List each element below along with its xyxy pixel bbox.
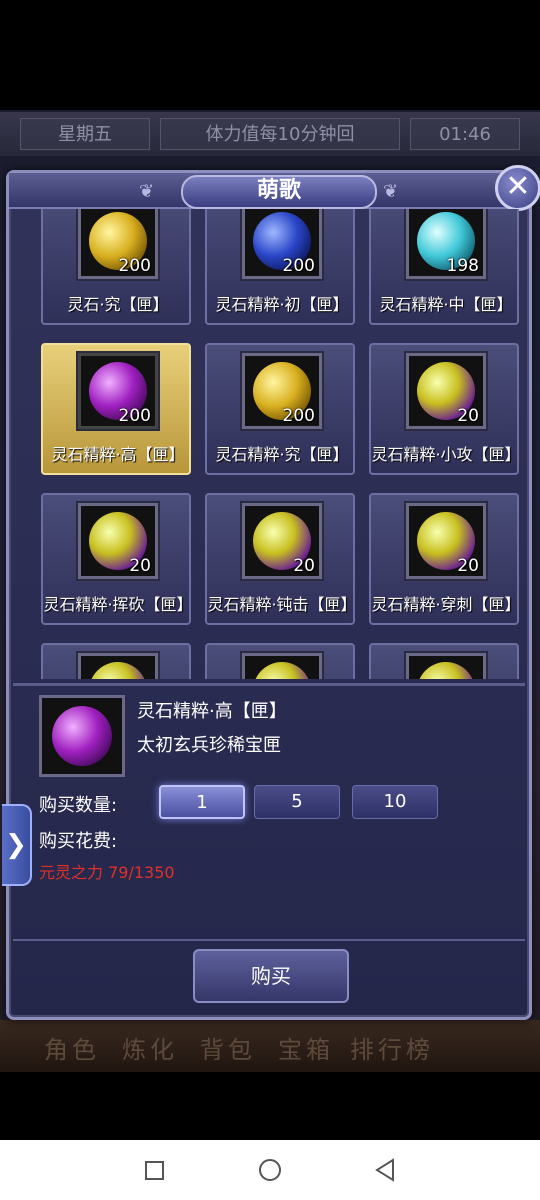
quantity-option-10[interactable]: 10 (352, 785, 438, 819)
dialog-title-bar: ❦ 萌歌 ❦ (9, 173, 529, 209)
item-icon-frame: 20 (242, 503, 322, 579)
recent-apps-icon[interactable] (145, 1161, 164, 1180)
item-card[interactable]: 20 灵石精粹·钝击【匣】 (205, 493, 357, 625)
item-name: 灵石精粹·穿刺【匣】 (371, 595, 521, 614)
item-count: 20 (129, 556, 151, 576)
quantity-option-5[interactable]: 5 (254, 785, 340, 819)
item-count: 20 (293, 556, 315, 576)
dialog-title: 萌歌 (256, 178, 301, 203)
cost-value: 元灵之力 79/1350 (39, 863, 175, 882)
buy-button[interactable]: 购买 (193, 949, 349, 1003)
item-icon-frame: 20 (78, 503, 158, 579)
item-icon-frame: 20 (406, 503, 486, 579)
nav-role: 角色 (44, 1036, 100, 1064)
item-icon-frame (242, 653, 322, 679)
item-name: 灵石精粹·究【匣】 (215, 445, 349, 464)
item-card[interactable]: 20 灵石精粹·挥砍【匣】 (41, 493, 193, 625)
item-icon-frame: 20 (406, 353, 486, 429)
divider (13, 939, 525, 941)
quantity-label: 购买数量: (39, 795, 118, 816)
nav-ranking: 排行榜 (350, 1036, 434, 1064)
item-icon-frame: 200 (78, 209, 158, 279)
item-icon-frame: 200 (242, 353, 322, 429)
item-card[interactable]: 198 灵石精粹·中【匣】 (369, 209, 519, 325)
cost-label: 购买花费: (39, 831, 118, 852)
item-card[interactable]: 200 灵石·究【匣】 (41, 209, 191, 325)
item-name: 灵石精粹·小攻【匣】 (371, 445, 521, 464)
purple-orb-icon (52, 706, 112, 766)
item-icon-frame: 200 (242, 209, 322, 279)
item-card[interactable]: 20 灵石精粹·穿刺【匣】 (369, 493, 521, 625)
item-count: 200 (282, 256, 315, 276)
item-count: 198 (446, 256, 479, 276)
item-icon-frame: 200 (78, 353, 158, 429)
swirl-ornament-left: ❦ (139, 181, 155, 202)
item-name: 灵石精粹·中【匣】 (379, 295, 513, 314)
item-count: 200 (118, 256, 151, 276)
nav-refine: 炼化 (122, 1036, 178, 1064)
shop-dialog: ❦ 萌歌 ❦ ✕ 200 灵石·究【匣】 200 灵石精粹·初【匣】 198 灵石精粹·中… (6, 165, 540, 1020)
weekday-label: 星期五 (20, 118, 150, 150)
home-icon[interactable] (259, 1159, 281, 1181)
item-icon-frame (406, 653, 486, 679)
back-icon[interactable] (374, 1158, 396, 1182)
expand-arrow-icon[interactable]: ❯ (2, 804, 32, 886)
item-name: 灵石精粹·钝击【匣】 (207, 595, 357, 614)
item-card[interactable]: 20 灵石精粹·小攻【匣】 (369, 343, 521, 475)
nav-bag: 背包 (200, 1036, 256, 1064)
divider (13, 683, 525, 686)
item-icon-frame: 198 (406, 209, 486, 279)
close-icon[interactable]: ✕ (495, 165, 540, 211)
item-count: 20 (457, 556, 479, 576)
item-count: 20 (457, 406, 479, 426)
item-name: 灵石精粹·初【匣】 (215, 295, 349, 314)
quantity-option-1[interactable]: 1 (159, 785, 245, 819)
item-card[interactable]: 200 灵石精粹·究【匣】 (205, 343, 355, 475)
item-name: 灵石精粹·高【匣】 (51, 445, 185, 464)
nav-chest: 宝箱 (278, 1036, 334, 1064)
item-card[interactable]: 200 灵石精粹·初【匣】 (205, 209, 355, 325)
mix-orb-icon (253, 662, 311, 679)
selected-item-name: 灵石精粹·高【匣】 (137, 701, 287, 722)
stamina-info: 体力值每10分钟回 (160, 118, 400, 150)
item-grid[interactable]: 200 灵石·究【匣】 200 灵石精粹·初【匣】 198 灵石精粹·中【匣】 200 灵石精… (23, 209, 525, 679)
item-card[interactable] (41, 643, 191, 679)
item-card[interactable]: 200 灵石精粹·高【匣】 (41, 343, 191, 475)
item-card[interactable] (205, 643, 355, 679)
item-count: 200 (118, 406, 151, 426)
item-name: 灵石·究【匣】 (67, 295, 169, 314)
item-name: 灵石精粹·挥砍【匣】 (43, 595, 193, 614)
selected-item-description: 太初玄兵珍稀宝匣 (137, 735, 281, 756)
swirl-ornament-right: ❦ (383, 181, 399, 202)
item-card[interactable] (369, 643, 519, 679)
mix-orb-icon (417, 662, 475, 679)
game-clock: 01:46 (410, 118, 520, 150)
mix-orb-icon (89, 662, 147, 679)
item-icon-frame (78, 653, 158, 679)
item-count: 200 (282, 406, 315, 426)
selected-item-icon (39, 695, 125, 777)
